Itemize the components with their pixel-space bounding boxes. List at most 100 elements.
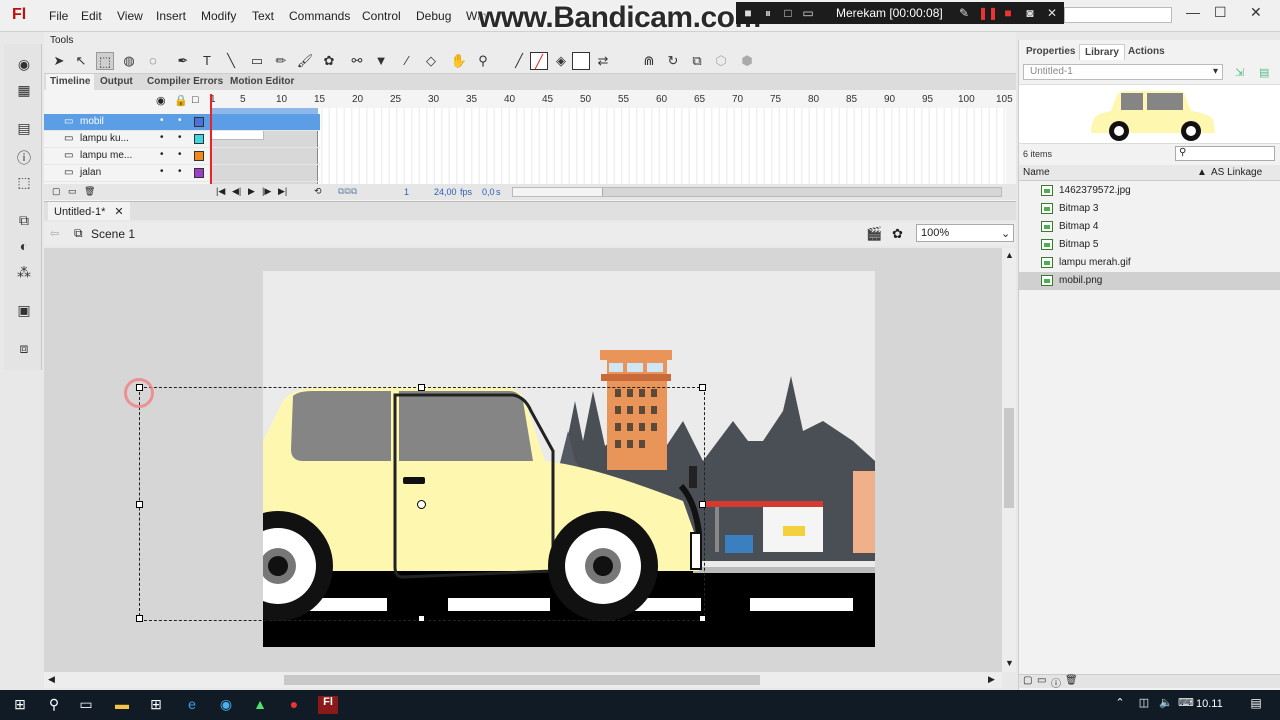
fill-swatch-icon[interactable]: [572, 52, 590, 70]
transform-handle[interactable]: [699, 501, 706, 508]
new-symbol-icon[interactable]: ▢: [1023, 675, 1032, 686]
layer-row[interactable]: ▭ lampu ku... • •: [44, 131, 320, 148]
info-icon[interactable]: ⓘ: [14, 148, 34, 166]
swatches-icon[interactable]: ◉: [14, 56, 34, 74]
layer-name[interactable]: lampu me...: [80, 150, 132, 161]
layer-color-swatch[interactable]: [194, 117, 204, 127]
layer-name[interactable]: mobil: [80, 116, 104, 127]
stage-vscrollbar[interactable]: ▲ ▼: [1002, 248, 1016, 672]
free-transform-tool-icon[interactable]: ⬚: [96, 52, 114, 70]
stroke-color-icon[interactable]: ╱: [510, 52, 528, 70]
layer-row[interactable]: ▭ mobil • •: [44, 114, 320, 131]
scale-icon[interactable]: ⧉: [688, 52, 706, 70]
record-icon[interactable]: ■: [740, 5, 756, 21]
layer-row[interactable]: ▭ jalan • •: [44, 165, 320, 182]
camera-icon[interactable]: ◙: [1022, 5, 1038, 21]
library-item[interactable]: 1462379572.jpg: [1019, 182, 1280, 200]
transform-handle[interactable]: [699, 615, 706, 622]
text-tool-icon[interactable]: T: [198, 52, 216, 70]
tab-compiler-errors[interactable]: Compiler Errors: [147, 76, 223, 87]
edit-symbols-icon[interactable]: ✿: [892, 226, 903, 242]
menu-file[interactable]: File: [49, 9, 68, 23]
stop-rec-icon[interactable]: ■: [1000, 5, 1016, 21]
library-item[interactable]: Bitmap 3: [1019, 200, 1280, 218]
lock-dot[interactable]: •: [178, 166, 182, 177]
minimize-recorder-icon[interactable]: ▭: [800, 5, 816, 21]
menu-text[interactable]: Text: [252, 9, 274, 23]
transform-handle[interactable]: [418, 384, 425, 391]
eye-icon[interactable]: ◉: [156, 94, 166, 107]
pin-icon[interactable]: ⇲: [1235, 66, 1244, 79]
transform-center-point[interactable]: [417, 500, 426, 509]
flash-taskbar-icon[interactable]: Fl: [318, 696, 338, 714]
tab-actions[interactable]: Actions: [1123, 44, 1170, 59]
keyboard-icon[interactable]: ⌨: [1176, 696, 1196, 714]
properties-icon[interactable]: ⓘ: [1051, 675, 1061, 690]
deco-tool-icon[interactable]: ✿: [320, 52, 338, 70]
zoom-tool-icon[interactable]: ⚲: [474, 52, 492, 70]
layer-row[interactable]: ▭ lampu me... • •: [44, 148, 320, 165]
back-icon[interactable]: ⇦: [50, 227, 59, 240]
selection-bounding-box[interactable]: [136, 384, 706, 622]
edit-scene-icon[interactable]: 🎬: [866, 226, 882, 242]
menu-view[interactable]: View: [117, 9, 143, 23]
swap-colors-icon[interactable]: ⇄: [594, 52, 612, 70]
menu-debug[interactable]: Debug: [416, 9, 451, 23]
brush-tool-icon[interactable]: 🖌: [296, 52, 314, 70]
tab-properties[interactable]: Properties: [1021, 44, 1080, 59]
scroll-up-icon[interactable]: ▲: [1005, 250, 1014, 260]
lock-dot[interactable]: •: [178, 115, 182, 126]
lock-dot[interactable]: •: [178, 132, 182, 143]
col-name[interactable]: Name: [1023, 167, 1050, 178]
time-value[interactable]: 0,0: [482, 187, 495, 197]
code-snippets-icon[interactable]: ⁂: [14, 264, 34, 282]
scene-icon[interactable]: ⧈: [14, 340, 34, 358]
document-tab[interactable]: Untitled-1* ✕: [48, 202, 130, 220]
subselection-tool-icon[interactable]: ↖: [72, 52, 90, 70]
taskbar-clock[interactable]: 10.11: [1196, 698, 1223, 710]
rotate-icon[interactable]: ↻: [664, 52, 682, 70]
new-layer-icon[interactable]: ▢: [52, 186, 61, 197]
close-recorder-icon[interactable]: ✕: [1044, 5, 1060, 21]
notifications-icon[interactable]: ▤: [1246, 696, 1266, 714]
task-view-icon[interactable]: ▭: [76, 696, 96, 714]
eraser-tool-icon[interactable]: ◇: [422, 52, 440, 70]
search-icon[interactable]: ⚲: [44, 696, 64, 714]
tab-output[interactable]: Output: [100, 76, 133, 87]
zoom-select[interactable]: 100% ⌄: [916, 224, 1014, 242]
visibility-dot[interactable]: •: [160, 166, 164, 177]
hscroll-thumb[interactable]: [284, 675, 760, 685]
eyedropper-tool-icon[interactable]: ⁄: [398, 52, 416, 70]
layer-color-swatch[interactable]: [194, 151, 204, 161]
menu-insert[interactable]: Insert: [156, 9, 186, 23]
lasso-tool-icon[interactable]: ◌: [144, 52, 162, 70]
library-document-select[interactable]: Untitled-1 ▾: [1023, 64, 1223, 80]
network-icon[interactable]: ◫: [1134, 696, 1154, 714]
grid-icon[interactable]: ▦: [14, 82, 34, 100]
menu-commands[interactable]: Commands: [289, 9, 350, 23]
straighten-icon[interactable]: ⬢: [738, 52, 756, 70]
motion-presets-icon[interactable]: ◐: [14, 238, 34, 256]
transform-handle[interactable]: [136, 615, 143, 622]
3d-rotation-tool-icon[interactable]: ◍: [120, 52, 138, 70]
transform-handle[interactable]: [418, 615, 425, 622]
fill-color-icon[interactable]: ◈: [552, 52, 570, 70]
sort-icon[interactable]: ▲: [1197, 167, 1207, 178]
app-icon[interactable]: ◉: [216, 696, 236, 714]
new-folder-icon[interactable]: ▭: [1037, 675, 1046, 686]
col-linkage[interactable]: AS Linkage: [1211, 167, 1262, 178]
layer-name[interactable]: jalan: [80, 167, 101, 178]
snap-to-objects-icon[interactable]: ⋒: [640, 52, 658, 70]
align-icon[interactable]: ▤: [14, 120, 34, 138]
fps-value[interactable]: 24,00: [434, 187, 457, 197]
chevron-up-icon[interactable]: ⌃: [1110, 696, 1130, 714]
layer-color-swatch[interactable]: [194, 168, 204, 178]
smooth-icon[interactable]: ⬡: [712, 52, 730, 70]
components-icon[interactable]: ⧉: [14, 212, 34, 230]
stroke-swatch-icon[interactable]: ╱: [530, 52, 548, 70]
frame-ruler[interactable]: 1 5 10 15 20 25 30 35 40 45 50 55 60 65 70 75 80 85 90 95 10…: [210, 94, 1013, 108]
transform-icon[interactable]: ⬚: [14, 174, 34, 192]
close-tab-icon[interactable]: ✕: [114, 206, 123, 218]
new-library-icon[interactable]: ▤: [1259, 66, 1269, 79]
pencil-icon[interactable]: ✎: [956, 5, 972, 21]
